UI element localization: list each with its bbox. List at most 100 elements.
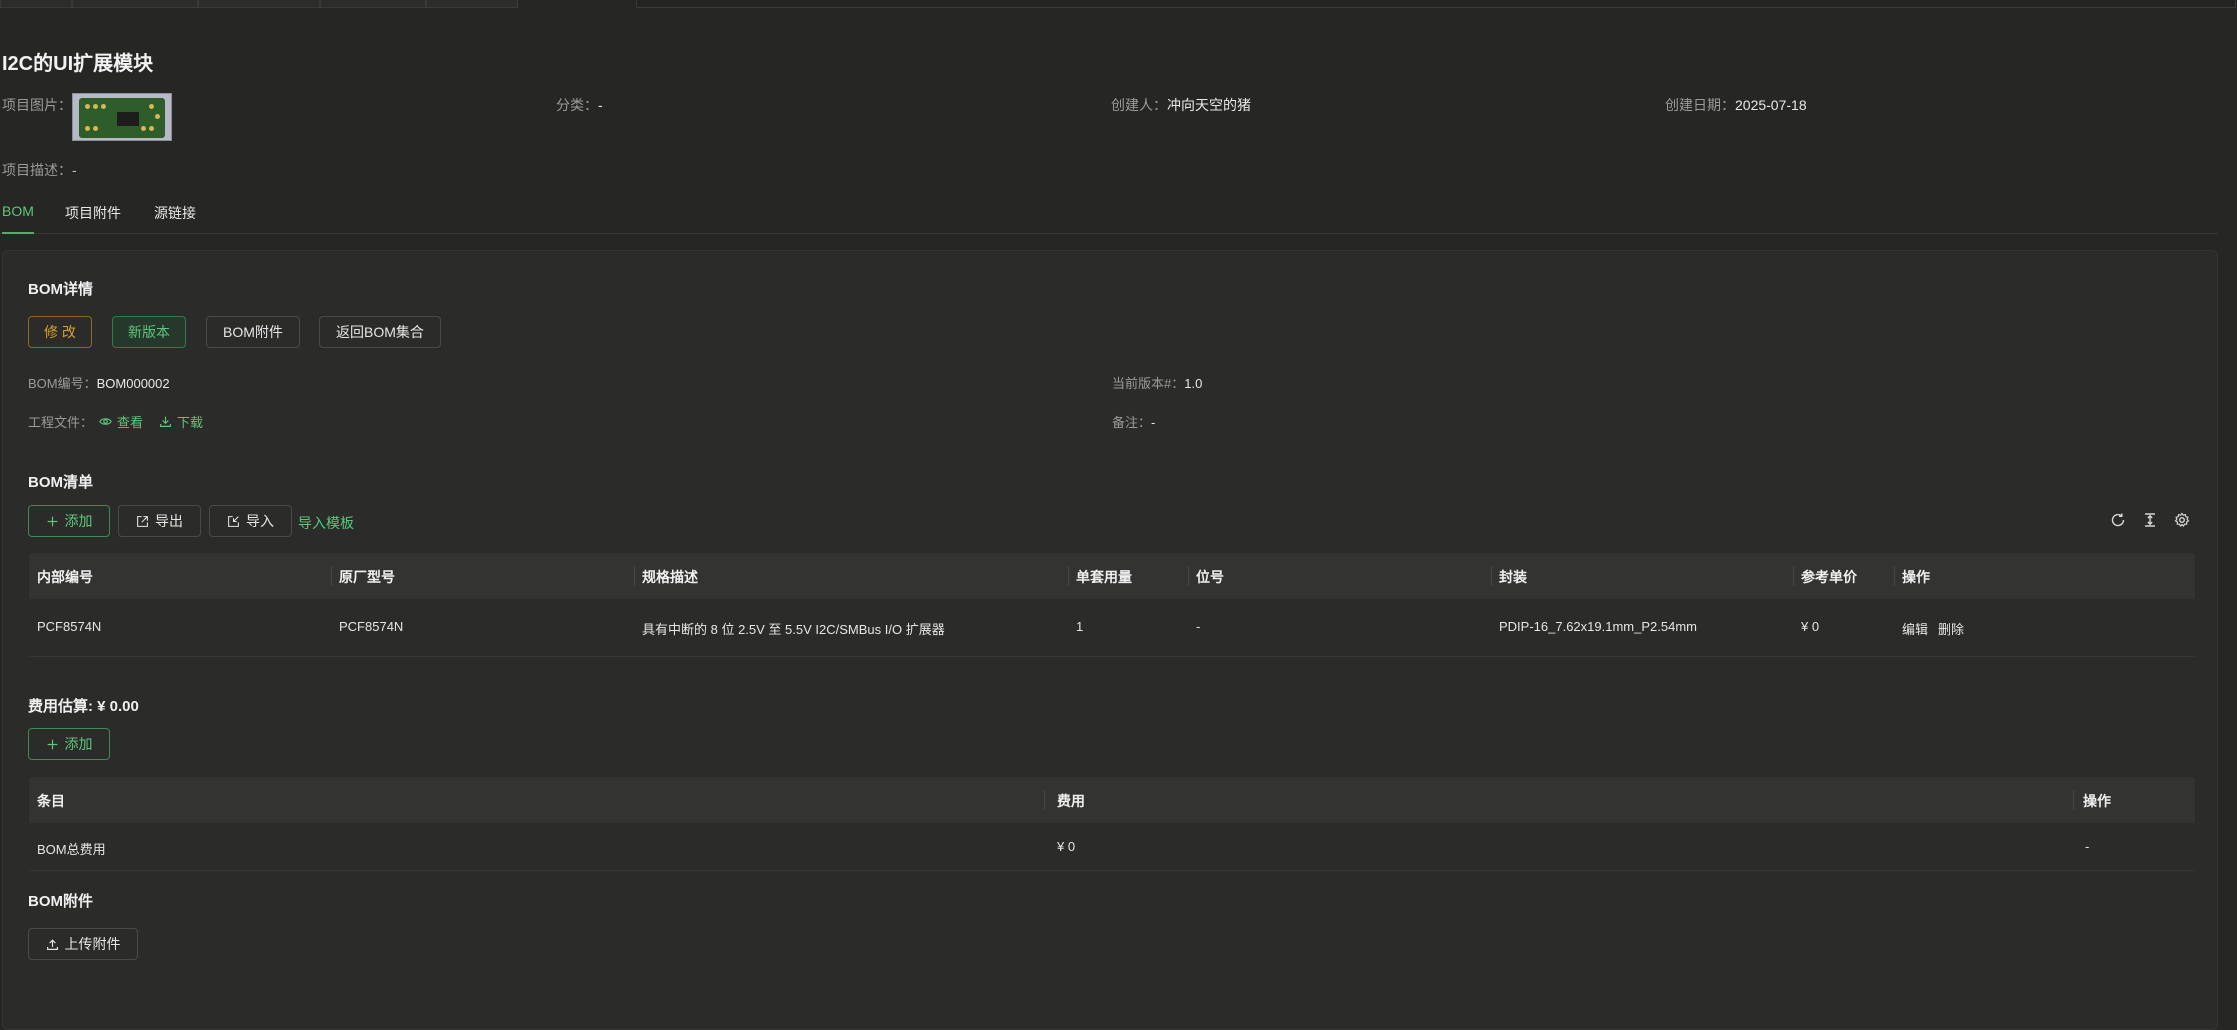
export-icon <box>136 515 149 528</box>
project-tabs: BOM 项目附件 源链接 <box>0 197 2218 234</box>
column-header[interactable]: 原厂型号 <box>339 567 395 587</box>
tab-source-link[interactable]: 源链接 <box>154 203 196 223</box>
table-row: BOM总费用 ¥ 0 - <box>29 823 2195 871</box>
upload-attachment-label: 上传附件 <box>64 936 121 952</box>
refresh-icon[interactable] <box>2109 511 2127 529</box>
import-button[interactable]: 导入 <box>209 505 292 537</box>
column-header[interactable]: 内部编号 <box>37 567 93 587</box>
column-header: 费用 <box>1057 793 1085 809</box>
add-cost-label: 添加 <box>64 736 93 752</box>
bom-table-header: 内部编号 原厂型号 规格描述 单套用量 位号 封装 参考单价 操作 <box>29 553 2195 599</box>
cost-table-header: 条目 费用 操作 <box>29 777 2195 823</box>
import-label: 导入 <box>246 513 274 529</box>
bom-table: 内部编号 原厂型号 规格描述 单套用量 位号 封装 参考单价 操作 PCF857… <box>29 553 2195 657</box>
bom-list-title: BOM清单 <box>28 474 93 491</box>
create-date-label: 创建日期： <box>1665 97 1735 113</box>
column-header[interactable]: 单套用量 <box>1076 567 1132 587</box>
eye-icon <box>99 415 112 428</box>
cost-table: 条目 费用 操作 BOM总费用 ¥ 0 - <box>29 777 2195 871</box>
category-field: 分类：- <box>556 95 603 115</box>
current-version-field: 当前版本#：1.0 <box>1112 373 1202 392</box>
category-label: 分类： <box>556 97 598 113</box>
top-strip-tab[interactable] <box>426 0 518 8</box>
cost-fee-cell: ¥ 0 <box>1057 839 1076 854</box>
edit-row-link[interactable]: 编辑 <box>1902 619 1928 638</box>
column-header[interactable]: 参考单价 <box>1801 567 1857 587</box>
upload-attachment-button[interactable]: 上传附件 <box>28 928 138 960</box>
cost-item-cell: BOM总费用 <box>37 842 106 857</box>
column-header[interactable]: 位号 <box>1196 567 1224 587</box>
bom-attachments-button[interactable]: BOM附件 <box>206 316 300 348</box>
current-version-label: 当前版本#： <box>1112 376 1185 391</box>
download-icon <box>159 415 172 428</box>
package-cell: PDIP-16_7.62x19.1mm_P2.54mm <box>1499 619 1697 634</box>
cost-estimate-title: 费用估算: ¥ 0.00 <box>28 698 139 715</box>
import-template-link[interactable]: 导入模板 <box>298 513 354 533</box>
creator-label: 创建人： <box>1111 97 1167 113</box>
view-file-label: 查看 <box>117 415 144 430</box>
download-file-label: 下载 <box>177 415 204 430</box>
price-cell: ¥ 0 <box>1801 619 1820 634</box>
bom-attachments-title: BOM附件 <box>28 893 93 910</box>
export-button[interactable]: 导出 <box>118 505 201 537</box>
delete-row-link[interactable]: 删除 <box>1938 619 1964 638</box>
project-image-field: 项目图片： <box>2 95 72 115</box>
add-cost-button[interactable]: 添加 <box>28 728 110 760</box>
column-header[interactable]: 封装 <box>1499 567 1527 587</box>
tab-bom[interactable]: BOM <box>2 203 34 219</box>
spec-cell: 具有中断的 8 位 2.5V 至 5.5V I2C/SMBus I/O 扩展器 <box>642 622 945 637</box>
remark-label: 备注： <box>1112 415 1152 430</box>
plus-icon <box>46 738 59 751</box>
project-image-label: 项目图片： <box>2 97 72 113</box>
active-tab-indicator <box>2 232 34 234</box>
bom-number-value: BOM000002 <box>96 376 170 391</box>
bom-number-label: BOM编号： <box>28 376 97 391</box>
top-strip-search[interactable] <box>636 0 2236 8</box>
edit-button[interactable]: 修 改 <box>28 316 92 348</box>
remark-field: 备注：- <box>1112 412 1155 432</box>
column-header: 条目 <box>37 793 65 809</box>
designator-cell: - <box>1196 619 1201 634</box>
column-header[interactable]: 规格描述 <box>642 567 698 587</box>
upload-icon <box>46 938 59 951</box>
column-height-icon[interactable] <box>2141 511 2159 529</box>
column-header: 操作 <box>1902 569 1930 585</box>
top-strip-tab[interactable] <box>320 0 426 8</box>
create-date-field: 创建日期：2025-07-18 <box>1665 95 1807 115</box>
tab-project-attachments[interactable]: 项目附件 <box>65 203 121 223</box>
bom-card: BOM详情 修 改 新版本 BOM附件 返回BOM集合 BOM编号：BOM000… <box>2 250 2218 1030</box>
pcb-image <box>79 98 165 138</box>
project-description-field: 项目描述：- <box>2 160 77 180</box>
view-file-link[interactable]: 查看 <box>99 412 143 431</box>
new-version-button[interactable]: 新版本 <box>112 316 186 348</box>
back-to-bom-set-button[interactable]: 返回BOM集合 <box>319 316 441 348</box>
bom-detail-title: BOM详情 <box>28 281 93 298</box>
remark-value: - <box>1151 415 1156 430</box>
download-file-link[interactable]: 下载 <box>159 412 203 431</box>
add-bom-item-label: 添加 <box>64 513 93 529</box>
top-strip-tab[interactable] <box>72 0 198 8</box>
bom-number-field: BOM编号：BOM000002 <box>28 373 170 392</box>
model-cell: PCF8574N <box>339 619 404 634</box>
description-label: 项目描述： <box>2 162 72 178</box>
settings-icon[interactable] <box>2173 511 2191 529</box>
table-row: PCF8574N PCF8574N 具有中断的 8 位 2.5V 至 5.5V … <box>29 599 2195 657</box>
export-label: 导出 <box>155 513 183 529</box>
page-title: I2C的UI扩展模块 <box>2 53 154 75</box>
project-files-field: 工程文件： 查看 下载 <box>28 412 203 431</box>
internal-number-link[interactable]: PCF8574N <box>37 619 101 634</box>
project-thumbnail[interactable] <box>72 93 172 141</box>
column-header: 操作 <box>2083 793 2111 809</box>
current-version-value: 1.0 <box>1184 376 1203 391</box>
category-value: - <box>598 97 603 113</box>
add-bom-item-button[interactable]: 添加 <box>28 505 110 537</box>
top-strip-tab[interactable] <box>198 0 320 8</box>
create-date-value: 2025-07-18 <box>1735 97 1807 113</box>
import-icon <box>227 515 240 528</box>
project-files-label: 工程文件： <box>28 415 94 430</box>
cost-action-cell: - <box>2085 839 2090 854</box>
creator-field: 创建人：冲向天空的猪 <box>1111 95 1251 115</box>
creator-value: 冲向天空的猪 <box>1167 97 1251 113</box>
top-tab-strip <box>0 0 2237 9</box>
top-strip-tab[interactable] <box>0 0 72 8</box>
